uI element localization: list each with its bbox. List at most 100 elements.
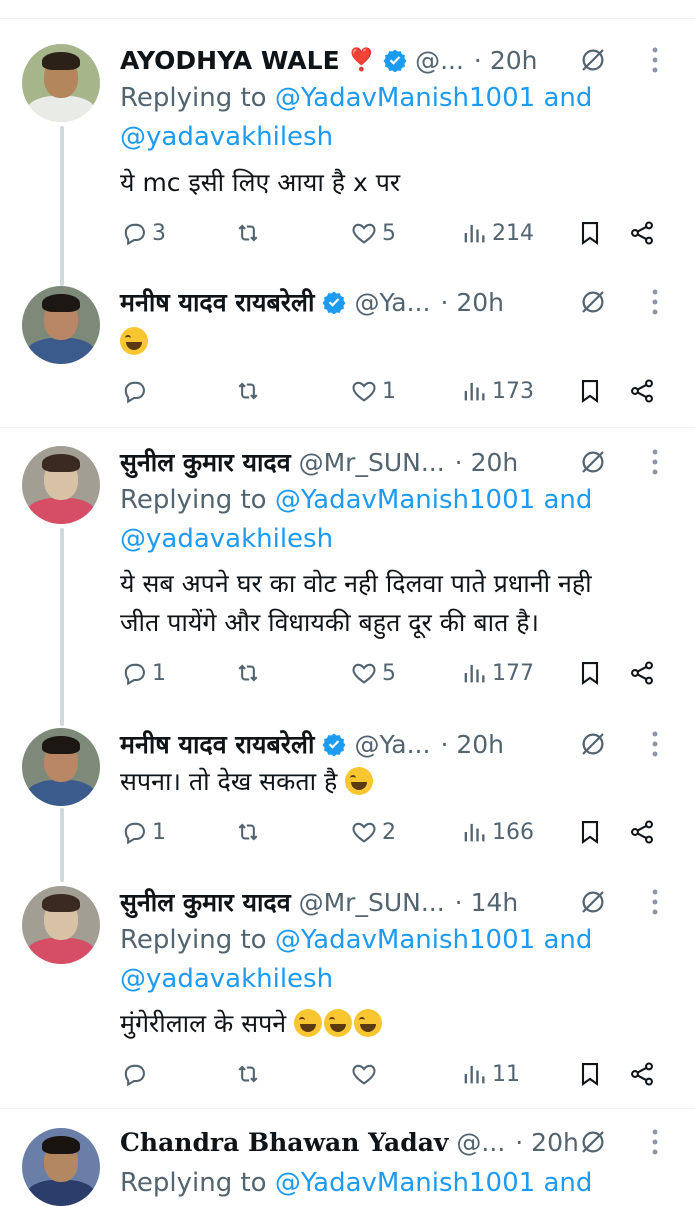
- timestamp[interactable]: · 20h: [440, 730, 504, 759]
- like-button[interactable]: 5: [350, 219, 396, 247]
- heart-icon: [350, 818, 378, 846]
- like-button[interactable]: 5: [350, 659, 396, 687]
- mention-link[interactable]: @yadavakhilesh: [120, 964, 333, 994]
- share-button[interactable]: [628, 659, 656, 687]
- tweet-text: सपना। तो देख सकता है: [120, 762, 660, 801]
- views-button[interactable]: 166: [460, 818, 534, 846]
- avatar[interactable]: [22, 446, 100, 524]
- timestamp[interactable]: · 20h: [455, 448, 519, 477]
- share-button[interactable]: [628, 219, 656, 247]
- grok-icon[interactable]: [578, 287, 608, 317]
- share-button[interactable]: [628, 818, 656, 846]
- reply-button[interactable]: [120, 377, 152, 405]
- author-name[interactable]: मनीष यादव रायबरेली: [120, 285, 314, 319]
- avatar[interactable]: [22, 1128, 100, 1206]
- reply-button[interactable]: [120, 1060, 152, 1088]
- share-button[interactable]: [628, 377, 656, 405]
- views-button[interactable]: 177: [460, 659, 534, 687]
- more-options-icon[interactable]: [648, 447, 662, 477]
- more-options-icon[interactable]: [648, 1127, 662, 1157]
- action-bar: 3 5 214: [0, 219, 695, 251]
- retweet-button[interactable]: [234, 818, 266, 846]
- grok-icon[interactable]: [578, 45, 608, 75]
- bookmark-icon: [576, 1060, 604, 1088]
- action-bar: 11: [0, 1060, 695, 1092]
- replying-to: Replying to @YadavManish1001 and @yadava…: [120, 925, 593, 994]
- mention-link[interactable]: @yadavakhilesh: [120, 524, 333, 554]
- author-handle[interactable]: @Ya...: [354, 730, 430, 759]
- reply-icon: [120, 377, 148, 405]
- avatar[interactable]: [22, 886, 100, 964]
- replying-to: Replying to @YadavManish1001 and @yadava…: [120, 485, 593, 554]
- mention-link[interactable]: @YadavManish1001: [275, 83, 535, 113]
- timestamp[interactable]: · 14h: [455, 888, 519, 917]
- views-icon: [460, 659, 488, 687]
- reply-button[interactable]: 1: [120, 659, 166, 687]
- mention-link[interactable]: @YadavManish1001: [275, 485, 535, 515]
- thread-divider: [0, 1108, 695, 1109]
- heart-icon: [350, 1060, 378, 1088]
- timestamp[interactable]: · 20h: [474, 46, 538, 75]
- views-button[interactable]: 173: [460, 377, 534, 405]
- bookmark-button[interactable]: [576, 818, 604, 846]
- author-handle[interactable]: @...: [456, 1128, 505, 1157]
- author-name[interactable]: AYODHYA WALE: [120, 46, 340, 75]
- thread-connector: [60, 126, 64, 286]
- author-handle[interactable]: @Ya...: [354, 288, 430, 317]
- reply-button[interactable]: 1: [120, 818, 166, 846]
- share-icon: [628, 659, 656, 687]
- retweet-button[interactable]: [234, 1060, 266, 1088]
- mention-link[interactable]: @YadavManish1001: [275, 1168, 535, 1198]
- bookmark-button[interactable]: [576, 377, 604, 405]
- retweet-button[interactable]: [234, 377, 266, 405]
- more-options-icon[interactable]: [648, 887, 662, 917]
- mention-link[interactable]: @YadavManish1001: [275, 925, 535, 955]
- author-name[interactable]: सुनील कुमार यादव: [120, 445, 291, 479]
- verified-badge-icon: [383, 48, 407, 72]
- avatar[interactable]: [22, 728, 100, 806]
- heart-icon: [350, 377, 378, 405]
- bookmark-button[interactable]: [576, 659, 604, 687]
- author-name[interactable]: Chandra Bhawan Yadav: [120, 1128, 448, 1157]
- timestamp[interactable]: · 20h: [515, 1128, 579, 1157]
- grok-icon[interactable]: [578, 1127, 608, 1157]
- rofl-emoji-icon: [354, 1009, 383, 1037]
- like-button[interactable]: 1: [350, 377, 396, 405]
- avatar[interactable]: [22, 286, 100, 364]
- author-name[interactable]: मनीष यादव रायबरेली: [120, 727, 314, 761]
- bookmark-icon: [576, 818, 604, 846]
- author-handle[interactable]: @Mr_SUN...: [299, 888, 445, 917]
- reply-icon: [120, 659, 148, 687]
- grok-icon[interactable]: [578, 887, 608, 917]
- replying-to: Replying to @YadavManish1001 and @yadava…: [120, 83, 593, 152]
- grok-icon[interactable]: [578, 729, 608, 759]
- more-options-icon[interactable]: [648, 729, 662, 759]
- top-divider: [0, 18, 695, 19]
- like-button[interactable]: 2: [350, 818, 396, 846]
- share-icon: [628, 377, 656, 405]
- retweet-button[interactable]: [234, 219, 266, 247]
- more-options-icon[interactable]: [648, 287, 662, 317]
- like-button[interactable]: [350, 1060, 382, 1088]
- share-button[interactable]: [628, 1060, 656, 1088]
- avatar[interactable]: [22, 44, 100, 122]
- retweet-button[interactable]: [234, 659, 266, 687]
- views-button[interactable]: 11: [460, 1060, 520, 1088]
- share-icon: [628, 219, 656, 247]
- reply-button[interactable]: 3: [120, 219, 166, 247]
- timestamp[interactable]: · 20h: [440, 288, 504, 317]
- retweet-icon: [234, 1060, 262, 1088]
- bookmark-icon: [576, 659, 604, 687]
- author-handle[interactable]: @Mr_SUN...: [299, 448, 445, 477]
- retweet-icon: [234, 659, 262, 687]
- author-handle[interactable]: @...: [415, 46, 464, 75]
- share-icon: [628, 818, 656, 846]
- grok-icon[interactable]: [578, 447, 608, 477]
- more-options-icon[interactable]: [648, 45, 662, 75]
- mention-link[interactable]: @yadavakhilesh: [120, 122, 333, 152]
- reply-icon: [120, 818, 148, 846]
- views-button[interactable]: 214: [460, 219, 534, 247]
- bookmark-button[interactable]: [576, 219, 604, 247]
- author-name[interactable]: सुनील कुमार यादव: [120, 885, 291, 919]
- bookmark-button[interactable]: [576, 1060, 604, 1088]
